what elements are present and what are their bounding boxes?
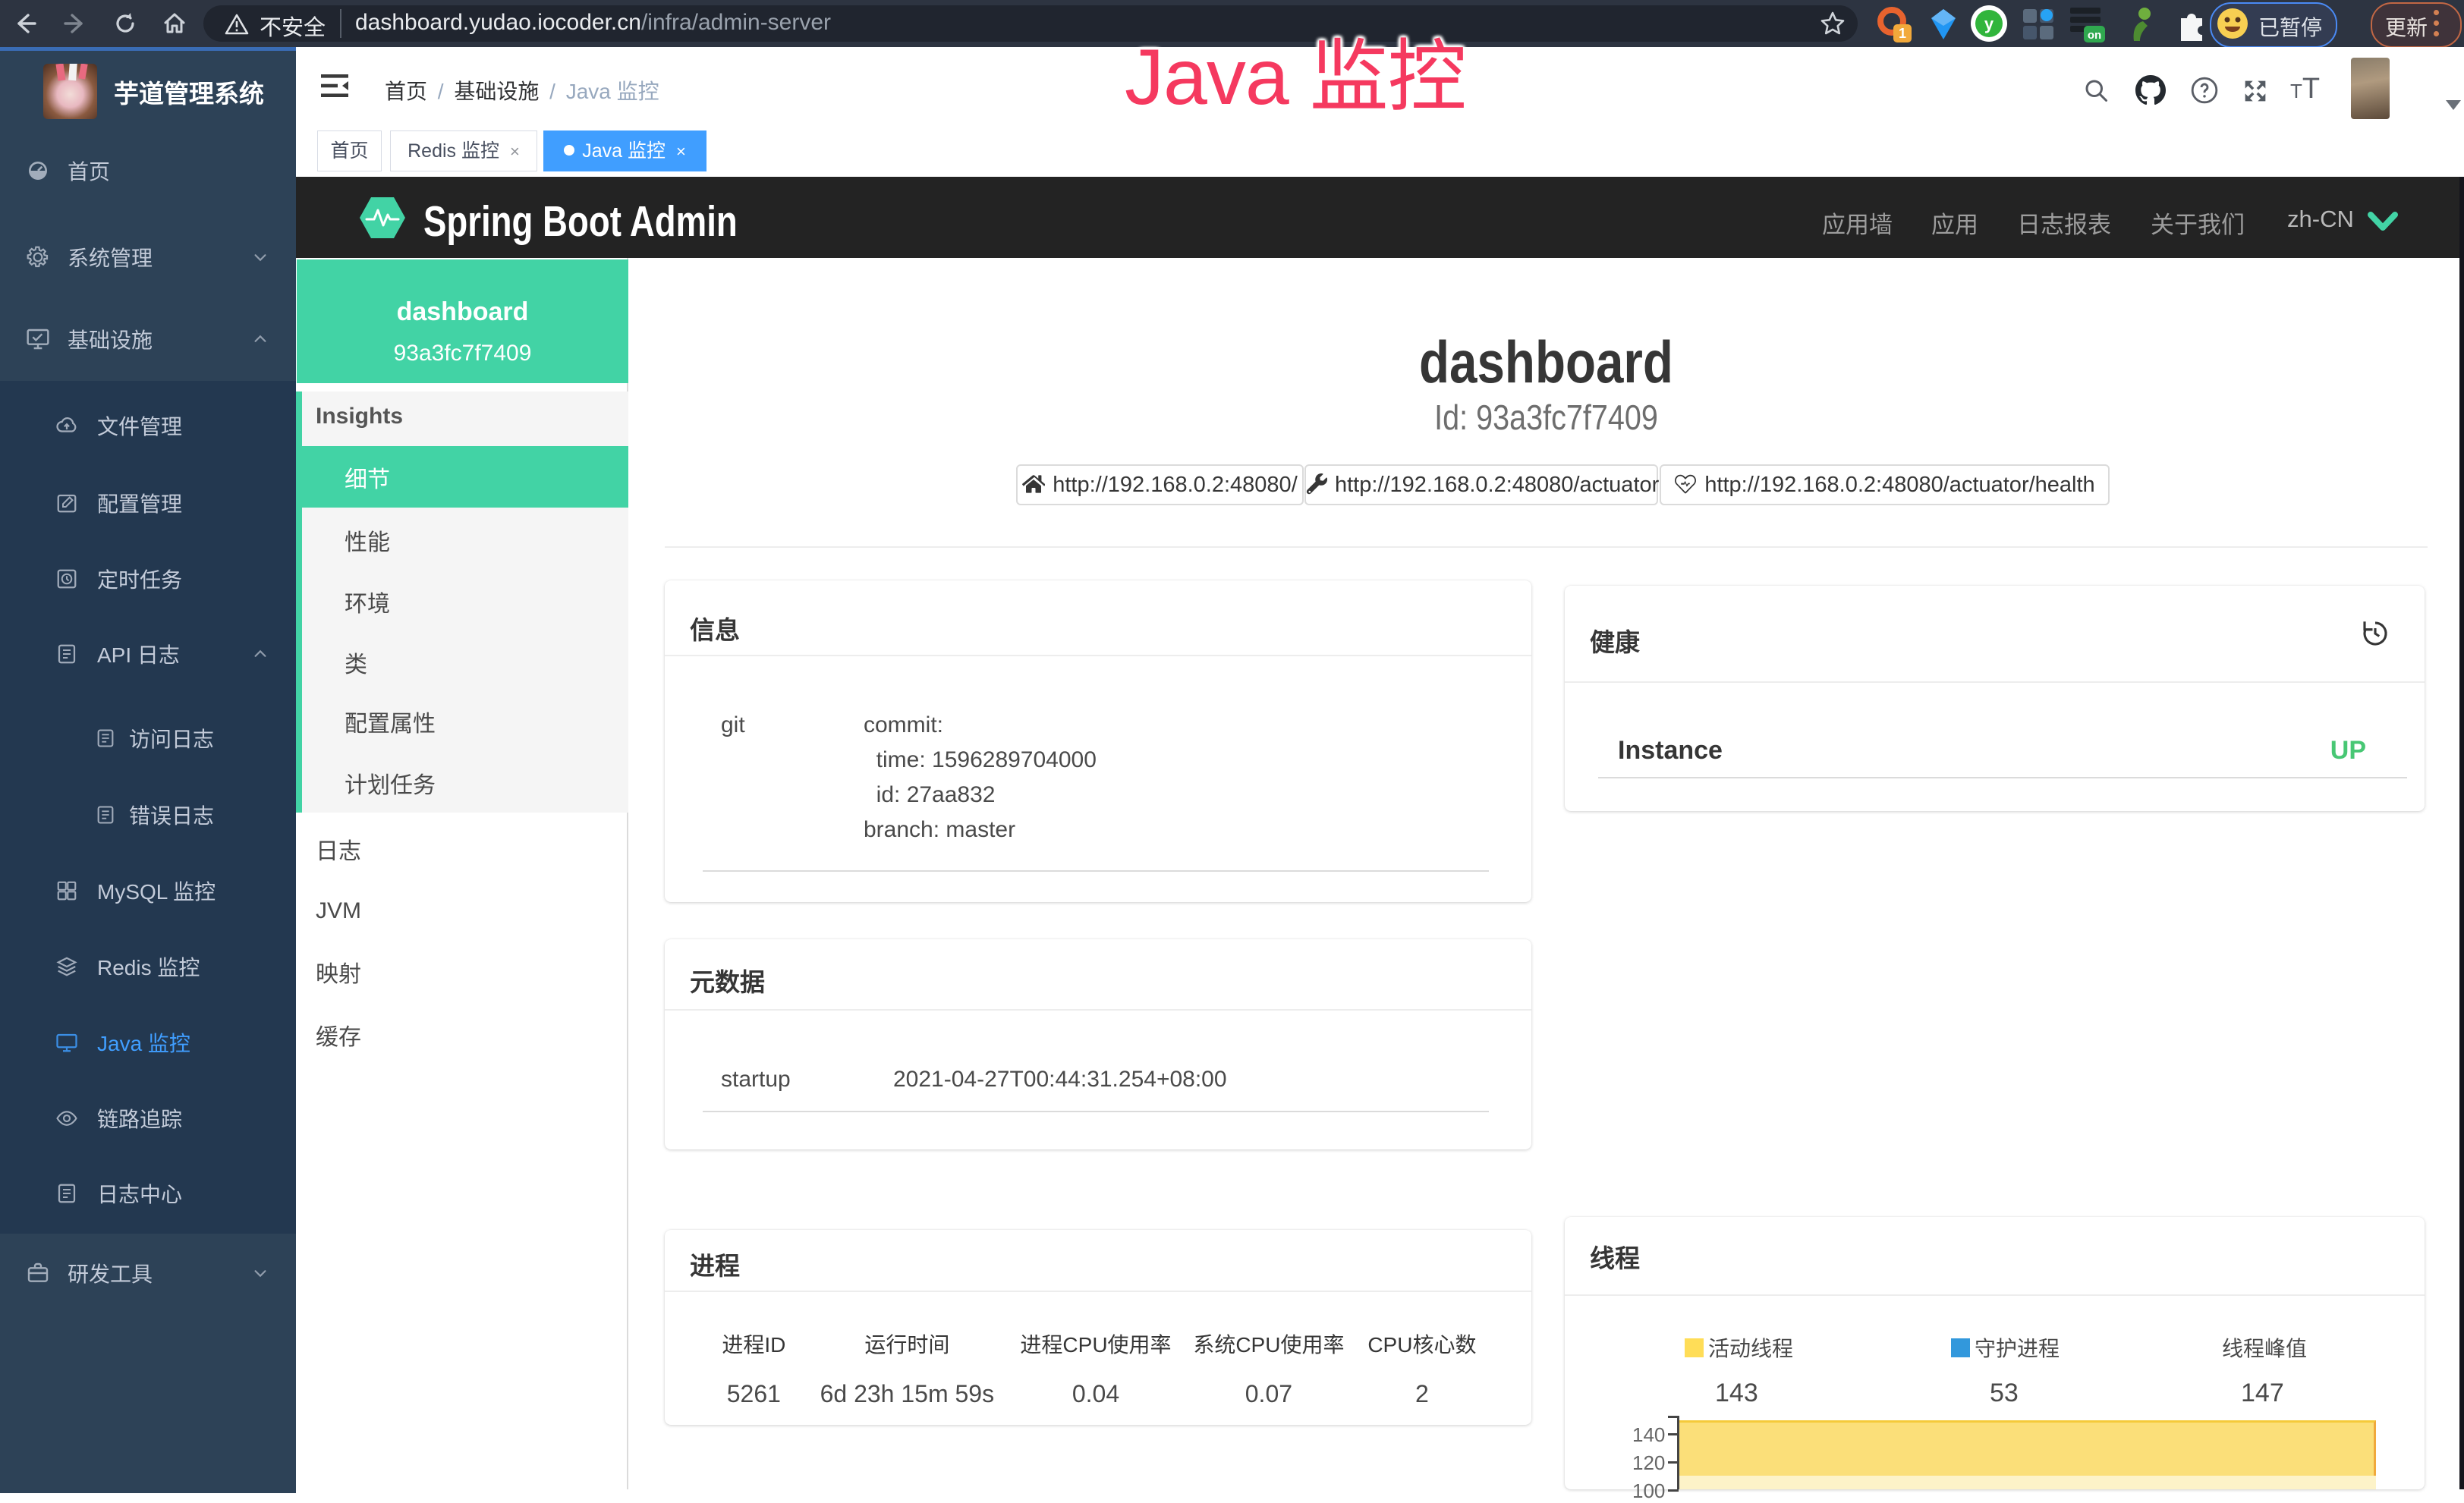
svg-text:1: 1 xyxy=(1899,26,1906,41)
svg-text:y: y xyxy=(1984,14,1994,33)
svg-text:on: on xyxy=(2088,29,2101,42)
